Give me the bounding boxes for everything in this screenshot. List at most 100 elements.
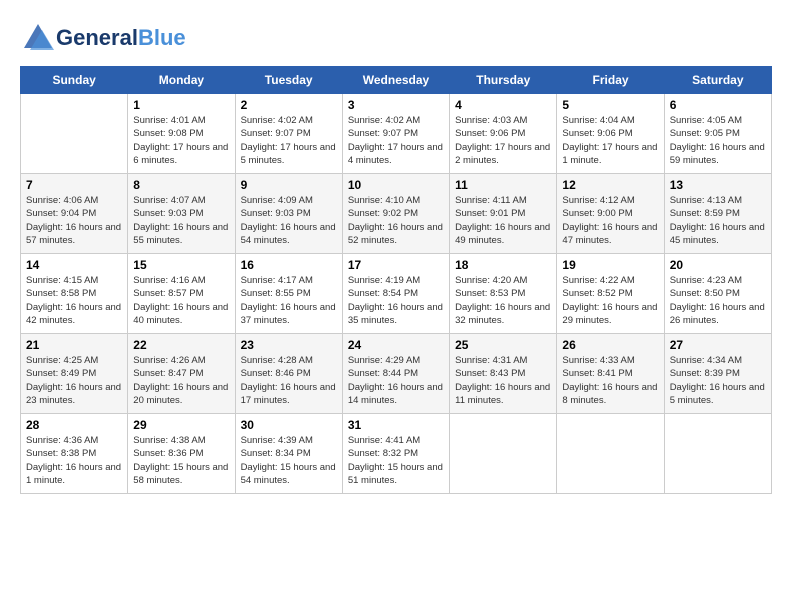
day-number: 18 [455, 258, 551, 272]
day-number: 14 [26, 258, 122, 272]
day-info: Sunrise: 4:15 AMSunset: 8:58 PMDaylight:… [26, 274, 122, 327]
day-info: Sunrise: 4:23 AMSunset: 8:50 PMDaylight:… [670, 274, 766, 327]
day-number: 2 [241, 98, 337, 112]
calendar-cell: 29 Sunrise: 4:38 AMSunset: 8:36 PMDayligh… [128, 414, 235, 494]
day-info: Sunrise: 4:07 AMSunset: 9:03 PMDaylight:… [133, 194, 229, 247]
day-info: Sunrise: 4:26 AMSunset: 8:47 PMDaylight:… [133, 354, 229, 407]
day-number: 16 [241, 258, 337, 272]
day-info: Sunrise: 4:34 AMSunset: 8:39 PMDaylight:… [670, 354, 766, 407]
day-number: 3 [348, 98, 444, 112]
day-number: 20 [670, 258, 766, 272]
day-number: 9 [241, 178, 337, 192]
day-number: 24 [348, 338, 444, 352]
logo: GeneralBlue [20, 20, 186, 56]
day-info: Sunrise: 4:31 AMSunset: 8:43 PMDaylight:… [455, 354, 551, 407]
day-number: 10 [348, 178, 444, 192]
calendar-cell: 19Sunrise: 4:22 AMSunset: 8:52 PMDayligh… [557, 254, 664, 334]
day-number: 21 [26, 338, 122, 352]
day-number: 7 [26, 178, 122, 192]
day-info: Sunrise: 4:12 AMSunset: 9:00 PMDaylight:… [562, 194, 658, 247]
header-day-thursday: Thursday [450, 67, 557, 94]
day-info: Sunrise: 4:04 AMSunset: 9:06 PMDaylight:… [562, 114, 658, 167]
day-number: 31 [348, 418, 444, 432]
day-number: 25 [455, 338, 551, 352]
calendar-cell: 26Sunrise: 4:33 AMSunset: 8:41 PMDayligh… [557, 334, 664, 414]
calendar-cell: 7 Sunrise: 4:06 AMSunset: 9:04 PMDaylight… [21, 174, 128, 254]
day-number: 5 [562, 98, 658, 112]
calendar-week-row: 21 Sunrise: 4:25 AMSunset: 8:49 PMDayligh… [21, 334, 772, 414]
calendar-cell [450, 414, 557, 494]
day-number: 23 [241, 338, 337, 352]
day-number: 28 [26, 418, 122, 432]
day-info: Sunrise: 4:06 AMSunset: 9:04 PMDaylight:… [26, 194, 122, 247]
day-number: 11 [455, 178, 551, 192]
calendar-cell: 12 Sunrise: 4:12 AMSunset: 9:00 PMDayligh… [557, 174, 664, 254]
day-number: 6 [670, 98, 766, 112]
calendar-cell: 20 Sunrise: 4:23 AMSunset: 8:50 PMDayligh… [664, 254, 771, 334]
day-info: Sunrise: 4:28 AMSunset: 8:46 PMDaylight:… [241, 354, 337, 407]
day-number: 22 [133, 338, 229, 352]
day-info: Sunrise: 4:19 AMSunset: 8:54 PMDaylight:… [348, 274, 444, 327]
calendar-cell: 4 Sunrise: 4:03 AMSunset: 9:06 PMDaylight… [450, 94, 557, 174]
header-day-sunday: Sunday [21, 67, 128, 94]
calendar-cell: 9 Sunrise: 4:09 AMSunset: 9:03 PMDaylight… [235, 174, 342, 254]
page-header: GeneralBlue [20, 20, 772, 56]
calendar-cell [557, 414, 664, 494]
day-info: Sunrise: 4:36 AMSunset: 8:38 PMDaylight:… [26, 434, 122, 487]
calendar-cell: 11 Sunrise: 4:11 AMSunset: 9:01 PMDayligh… [450, 174, 557, 254]
day-info: Sunrise: 4:22 AMSunset: 8:52 PMDaylight:… [562, 274, 658, 327]
calendar-cell: 5 Sunrise: 4:04 AMSunset: 9:06 PMDaylight… [557, 94, 664, 174]
calendar-cell: 1 Sunrise: 4:01 AMSunset: 9:08 PMDaylight… [128, 94, 235, 174]
calendar-cell: 30 Sunrise: 4:39 AMSunset: 8:34 PMDayligh… [235, 414, 342, 494]
day-number: 27 [670, 338, 766, 352]
day-number: 1 [133, 98, 229, 112]
header-day-wednesday: Wednesday [342, 67, 449, 94]
calendar-header-row: SundayMondayTuesdayWednesdayThursdayFrid… [21, 67, 772, 94]
calendar-cell [21, 94, 128, 174]
calendar-cell: 15 Sunrise: 4:16 AMSunset: 8:57 PMDayligh… [128, 254, 235, 334]
day-number: 8 [133, 178, 229, 192]
day-info: Sunrise: 4:33 AMSunset: 8:41 PMDaylight:… [562, 354, 658, 407]
calendar-week-row: 7 Sunrise: 4:06 AMSunset: 9:04 PMDaylight… [21, 174, 772, 254]
day-number: 4 [455, 98, 551, 112]
day-number: 30 [241, 418, 337, 432]
day-info: Sunrise: 4:38 AMSunset: 8:36 PMDaylight:… [133, 434, 229, 487]
day-info: Sunrise: 4:20 AMSunset: 8:53 PMDaylight:… [455, 274, 551, 327]
day-number: 12 [562, 178, 658, 192]
day-number: 17 [348, 258, 444, 272]
calendar-cell: 27 Sunrise: 4:34 AMSunset: 8:39 PMDayligh… [664, 334, 771, 414]
calendar-cell: 16 Sunrise: 4:17 AMSunset: 8:55 PMDayligh… [235, 254, 342, 334]
calendar-cell: 3Sunrise: 4:02 AMSunset: 9:07 PMDaylight… [342, 94, 449, 174]
day-info: Sunrise: 4:01 AMSunset: 9:08 PMDaylight:… [133, 114, 229, 167]
day-info: Sunrise: 4:29 AMSunset: 8:44 PMDaylight:… [348, 354, 444, 407]
day-info: Sunrise: 4:03 AMSunset: 9:06 PMDaylight:… [455, 114, 551, 167]
day-info: Sunrise: 4:10 AMSunset: 9:02 PMDaylight:… [348, 194, 444, 247]
calendar-cell [664, 414, 771, 494]
calendar-cell: 8 Sunrise: 4:07 AMSunset: 9:03 PMDaylight… [128, 174, 235, 254]
day-info: Sunrise: 4:41 AMSunset: 8:32 PMDaylight:… [348, 434, 444, 487]
calendar-week-row: 14 Sunrise: 4:15 AMSunset: 8:58 PMDayligh… [21, 254, 772, 334]
calendar-cell: 6 Sunrise: 4:05 AMSunset: 9:05 PMDaylight… [664, 94, 771, 174]
day-info: Sunrise: 4:25 AMSunset: 8:49 PMDaylight:… [26, 354, 122, 407]
calendar-cell: 10 Sunrise: 4:10 AMSunset: 9:02 PMDayligh… [342, 174, 449, 254]
calendar-cell: 21 Sunrise: 4:25 AMSunset: 8:49 PMDayligh… [21, 334, 128, 414]
calendar-cell: 22 Sunrise: 4:26 AMSunset: 8:47 PMDayligh… [128, 334, 235, 414]
day-info: Sunrise: 4:13 AMSunset: 8:59 PMDaylight:… [670, 194, 766, 247]
header-day-saturday: Saturday [664, 67, 771, 94]
header-day-tuesday: Tuesday [235, 67, 342, 94]
day-info: Sunrise: 4:17 AMSunset: 8:55 PMDaylight:… [241, 274, 337, 327]
day-info: Sunrise: 4:09 AMSunset: 9:03 PMDaylight:… [241, 194, 337, 247]
day-info: Sunrise: 4:05 AMSunset: 9:05 PMDaylight:… [670, 114, 766, 167]
logo-icon [20, 20, 56, 56]
calendar-cell: 18 Sunrise: 4:20 AMSunset: 8:53 PMDayligh… [450, 254, 557, 334]
header-day-monday: Monday [128, 67, 235, 94]
day-number: 13 [670, 178, 766, 192]
calendar-cell: 14 Sunrise: 4:15 AMSunset: 8:58 PMDayligh… [21, 254, 128, 334]
day-number: 15 [133, 258, 229, 272]
calendar-cell: 23 Sunrise: 4:28 AMSunset: 8:46 PMDayligh… [235, 334, 342, 414]
day-number: 29 [133, 418, 229, 432]
day-info: Sunrise: 4:39 AMSunset: 8:34 PMDaylight:… [241, 434, 337, 487]
calendar-cell: 24 Sunrise: 4:29 AMSunset: 8:44 PMDayligh… [342, 334, 449, 414]
day-info: Sunrise: 4:11 AMSunset: 9:01 PMDaylight:… [455, 194, 551, 247]
day-info: Sunrise: 4:16 AMSunset: 8:57 PMDaylight:… [133, 274, 229, 327]
